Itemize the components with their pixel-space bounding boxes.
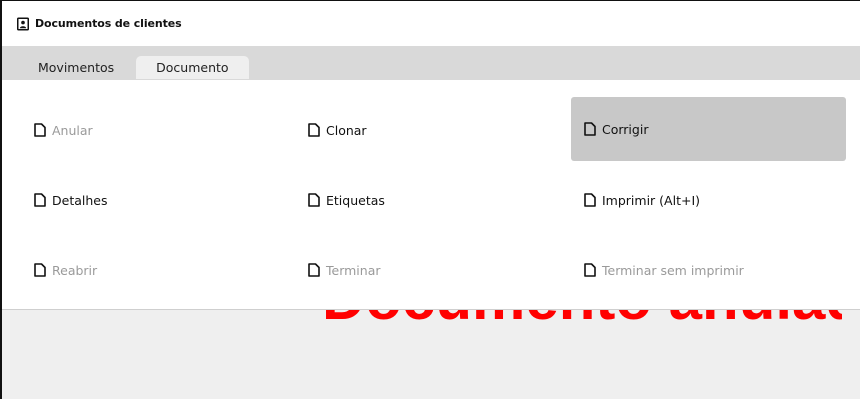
document-icon	[584, 122, 596, 136]
action-label: Clonar	[326, 122, 367, 138]
action-label: Terminar sem imprimir	[602, 262, 744, 278]
title-bar: Documentos de clientes	[2, 1, 860, 46]
document-icon	[34, 123, 46, 137]
corrigir-button[interactable]: Corrigir	[571, 97, 846, 161]
action-label: Terminar	[326, 262, 381, 278]
terminar-button[interactable]: Terminar	[308, 260, 381, 280]
action-label: Imprimir (Alt+I)	[602, 192, 701, 208]
action-label: Corrigir	[602, 121, 649, 137]
person-document-icon	[17, 17, 29, 30]
imprimir-button[interactable]: Imprimir (Alt+I)	[584, 190, 700, 210]
document-icon	[308, 123, 320, 137]
tab-movimentos[interactable]: Movimentos	[18, 56, 134, 79]
document-icon	[584, 263, 596, 277]
anular-button[interactable]: Anular	[34, 120, 93, 140]
clonar-button[interactable]: Clonar	[308, 120, 367, 140]
window-title: Documentos de clientes	[35, 17, 182, 30]
action-label: Detalhes	[52, 192, 108, 208]
detalhes-button[interactable]: Detalhes	[34, 190, 107, 210]
document-actions-panel: Anular Clonar Corrigir Detalhes Etiqueta…	[2, 80, 860, 310]
document-icon	[308, 193, 320, 207]
etiquetas-button[interactable]: Etiquetas	[308, 190, 385, 210]
document-icon	[34, 263, 46, 277]
action-label: Reabrir	[52, 262, 98, 278]
document-icon	[34, 193, 46, 207]
tab-documento[interactable]: Documento	[136, 56, 249, 79]
action-label: Anular	[52, 122, 93, 138]
app-window: Documentos de clientes Movimentos Docume…	[0, 0, 860, 399]
document-icon	[308, 263, 320, 277]
tab-bar: Movimentos Documento	[2, 46, 860, 80]
terminar-sem-imprimir-button[interactable]: Terminar sem imprimir	[584, 260, 744, 280]
document-icon	[584, 193, 596, 207]
action-label: Etiquetas	[326, 192, 385, 208]
reabrir-button[interactable]: Reabrir	[34, 260, 97, 280]
